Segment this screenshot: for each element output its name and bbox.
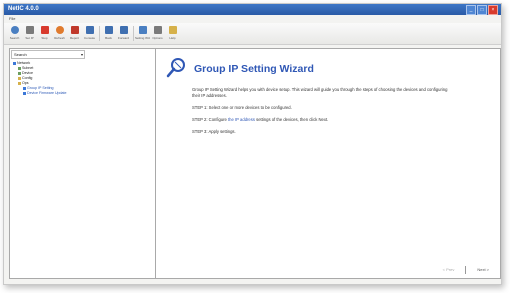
set-ip-button[interactable]: Set IP	[22, 24, 37, 43]
stop-button[interactable]: Stop	[37, 24, 52, 43]
wizard-intro: Group IP Setting Wizard helps you with d…	[192, 87, 448, 98]
tree-node[interactable]: Device Firmware Update	[13, 91, 67, 96]
minimize-button[interactable]: _	[466, 5, 476, 15]
wizard-panel: Group IP Setting Wizard Group IP Setting…	[155, 48, 501, 279]
toolbar-button-label: Help	[169, 36, 176, 40]
tree-node-label: Ops	[22, 81, 29, 85]
next-button[interactable]: Next >	[472, 266, 494, 274]
tree-node-label: Device	[22, 71, 33, 75]
forward-button[interactable]: Forward	[116, 24, 131, 43]
app-window: NetIC 4.0.0 _ □ × File Search Set IP Stop R…	[3, 3, 502, 285]
toolbar-button-label: Console	[83, 36, 95, 40]
toolbar-button-label: Forward	[117, 36, 129, 40]
toolbar-button-label: Stop	[41, 36, 48, 40]
toolbar-group: Back Forward	[101, 24, 131, 43]
pencil-icon	[26, 26, 34, 34]
refresh-icon	[56, 26, 64, 34]
lock-icon	[169, 26, 177, 34]
tree-node-label: Device Firmware Update	[27, 91, 67, 95]
tree-node-icon	[13, 61, 16, 65]
tree-node-icon	[18, 81, 21, 85]
tree-node-label: Config	[22, 76, 33, 80]
tree-node-icon	[23, 86, 26, 90]
report-button[interactable]: Report	[67, 24, 82, 43]
toolbar-group: Setting WizardOptions Help	[135, 24, 180, 43]
tree-node-icon	[18, 76, 21, 80]
toolbar-separator	[99, 26, 100, 41]
menu-file[interactable]: File	[9, 16, 15, 21]
tree-node-label: Group IP Setting	[27, 86, 54, 90]
tree-selector-value: Search	[14, 52, 27, 57]
pin-icon	[154, 26, 162, 34]
wizard-step-2-suffix: settings of the devices, then click Next…	[254, 117, 329, 122]
search-icon	[11, 26, 19, 34]
maximize-button[interactable]: □	[477, 5, 487, 15]
wizard-step-1: STEP 1: Select one or more devices to be…	[192, 105, 292, 110]
toolbar-button-label: Set IP	[25, 36, 34, 40]
tree-node-label: Subnet	[22, 66, 34, 70]
wizard-step-2: STEP 2: Configure the IP address setting…	[192, 117, 452, 123]
toolbar-button-label: Setting Wizard	[135, 36, 150, 40]
tree-node-icon	[23, 91, 26, 95]
wizard-step-2-prefix: STEP 2: Configure	[192, 117, 229, 122]
chevron-down-icon[interactable]: ▾	[81, 51, 83, 58]
toolbar: Search Set IP Stop Refresh Report Console Back…	[4, 23, 501, 45]
print-icon	[71, 26, 79, 34]
navigation-tree-panel: Search ▾ Network Subnet Device Config Ops Gro…	[9, 48, 156, 279]
toolbar-button-label: Search	[9, 36, 20, 40]
tree-selector[interactable]: Search ▾	[11, 50, 85, 59]
magnifier-wand-icon	[166, 58, 185, 78]
toolbar-button-label: Refresh	[54, 36, 65, 40]
console-button[interactable]: Console	[82, 24, 97, 43]
ip-address-link[interactable]: the IP address	[228, 117, 255, 122]
menu-bar: File	[4, 15, 501, 23]
back-icon	[105, 26, 113, 34]
refresh-button[interactable]: Refresh	[52, 24, 67, 43]
footer-divider	[465, 266, 467, 274]
toolbar-button-label: Back	[105, 36, 112, 40]
tree-node-icon	[18, 71, 21, 75]
wizard-footer: < Prev Next >	[438, 266, 494, 274]
toolbar-separator	[133, 26, 134, 41]
device-tree: Network Subnet Device Config Ops Group IP Set…	[13, 61, 67, 96]
window-title: NetIC 4.0.0	[8, 6, 39, 12]
monitor-icon	[86, 26, 94, 34]
prev-button[interactable]: < Prev	[438, 266, 460, 274]
forward-icon	[120, 26, 128, 34]
title-bar: NetIC 4.0.0 _ □ ×	[4, 4, 501, 15]
back-button[interactable]: Back	[101, 24, 116, 43]
setting-wizard-button[interactable]: Setting Wizard	[135, 24, 150, 43]
wizard-step-3: STEP 3: Apply settings.	[192, 129, 236, 134]
wizard-title: Group IP Setting Wizard	[194, 63, 314, 75]
close-button[interactable]: ×	[488, 5, 498, 15]
tree-node-label: Network	[17, 61, 31, 65]
tree-node-icon	[18, 66, 21, 70]
options-button[interactable]: Options	[150, 24, 165, 43]
wizard-icon	[139, 26, 147, 34]
stop-icon	[41, 26, 49, 34]
toolbar-group: Search Set IP Stop Refresh Report Console	[7, 24, 97, 43]
toolbar-button-label: Options	[152, 36, 163, 40]
search-button[interactable]: Search	[7, 24, 22, 43]
toolbar-button-label: Report	[69, 36, 79, 40]
help-button[interactable]: Help	[165, 24, 180, 43]
